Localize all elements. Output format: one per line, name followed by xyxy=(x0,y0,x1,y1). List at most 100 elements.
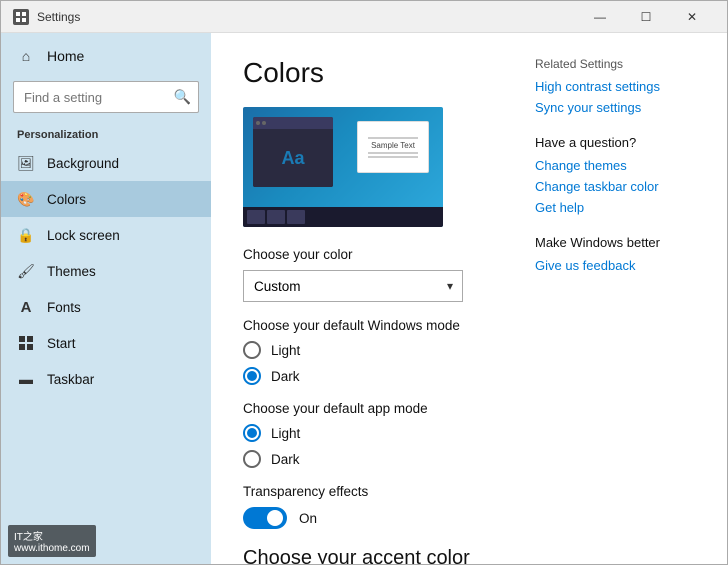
sidebar-home-label: Home xyxy=(47,48,84,64)
sidebar-item-fonts-label: Fonts xyxy=(47,300,81,315)
windows-mode-dark[interactable]: Dark xyxy=(243,367,495,385)
sidebar-item-themes[interactable]: 🖌 Themes xyxy=(1,253,211,289)
better-section: Make Windows better Give us feedback xyxy=(535,235,711,273)
app-mode-dark-label: Dark xyxy=(271,452,300,467)
fonts-icon: A xyxy=(17,298,35,316)
sidebar-section-label: Personalization xyxy=(1,123,211,145)
transparency-toggle[interactable] xyxy=(243,507,287,529)
search-icon: 🔍 xyxy=(174,89,191,106)
taskbar-item xyxy=(247,210,265,224)
sidebar-item-start-label: Start xyxy=(47,336,76,351)
accent-title: Choose your accent color xyxy=(243,547,495,564)
related-settings-title: Related Settings xyxy=(535,57,711,71)
preview-line xyxy=(368,137,418,139)
app-icon xyxy=(13,9,29,25)
choose-color-section: Choose your color Custom ▾ xyxy=(243,247,495,302)
windows-mode-light[interactable]: Light xyxy=(243,341,495,359)
preview-line xyxy=(368,152,418,154)
home-icon: ⌂ xyxy=(17,47,35,65)
app-mode-radio-group: Light Dark xyxy=(243,424,495,468)
accent-section: Choose your accent color Automatically p… xyxy=(243,547,495,564)
sidebar-item-background[interactable]: 🖼 Background xyxy=(1,145,211,181)
related-settings-section: Related Settings High contrast settings … xyxy=(535,57,711,115)
preview-dark-window: Aa xyxy=(253,117,333,187)
app-mode-dark-radio[interactable] xyxy=(243,450,261,468)
sidebar-item-colors[interactable]: 🎨 Colors xyxy=(1,181,211,217)
sidebar-item-lock-label: Lock screen xyxy=(47,228,120,243)
page-title: Colors xyxy=(243,57,495,89)
get-help-link[interactable]: Get help xyxy=(535,200,711,215)
change-themes-link[interactable]: Change themes xyxy=(535,158,711,173)
app-mode-label: Choose your default app mode xyxy=(243,401,495,416)
colors-icon: 🎨 xyxy=(17,190,35,208)
preview-dot xyxy=(256,121,260,125)
close-button[interactable]: ✕ xyxy=(669,1,715,33)
preview-line xyxy=(368,156,418,158)
windows-mode-dark-radio[interactable] xyxy=(243,367,261,385)
preview-light-window: Sample Text xyxy=(357,121,429,173)
color-preview: Aa Sample Text xyxy=(243,107,443,227)
preview-window-title-bar xyxy=(253,117,333,129)
sidebar-item-taskbar-label: Taskbar xyxy=(47,372,94,387)
toggle-knob xyxy=(267,510,283,526)
sidebar-item-colors-label: Colors xyxy=(47,192,86,207)
sidebar-item-start[interactable]: Start xyxy=(1,325,211,361)
sidebar-item-fonts[interactable]: A Fonts xyxy=(1,289,211,325)
taskbar-icon: ▬ xyxy=(17,370,35,388)
color-dropdown-wrapper: Custom ▾ xyxy=(243,270,463,302)
title-bar-left: Settings xyxy=(13,9,80,25)
sidebar-item-taskbar[interactable]: ▬ Taskbar xyxy=(1,361,211,397)
better-title: Make Windows better xyxy=(535,235,711,250)
transparency-section: Transparency effects On xyxy=(243,484,495,529)
transparency-value: On xyxy=(299,511,317,526)
right-panel: Related Settings High contrast settings … xyxy=(527,33,727,564)
app-mode-light-label: Light xyxy=(271,426,300,441)
title-bar-title: Settings xyxy=(37,10,80,24)
color-dropdown[interactable]: Custom xyxy=(243,270,463,302)
main-content: Colors Aa Sample Text xyxy=(211,33,527,564)
sidebar: ⌂ Home 🔍 Personalization 🖼 Background 🎨 … xyxy=(1,33,211,564)
themes-icon: 🖌 xyxy=(17,262,35,280)
preview-sample-text: Sample Text xyxy=(371,141,415,150)
title-bar-controls: — ☐ ✕ xyxy=(577,1,715,33)
change-taskbar-link[interactable]: Change taskbar color xyxy=(535,179,711,194)
taskbar-item xyxy=(287,210,305,224)
settings-window: Settings — ☐ ✕ ⌂ Home 🔍 Personalization … xyxy=(0,0,728,565)
background-icon: 🖼 xyxy=(17,154,35,172)
title-bar: Settings — ☐ ✕ xyxy=(1,1,727,33)
sync-settings-link[interactable]: Sync your settings xyxy=(535,100,711,115)
windows-mode-light-label: Light xyxy=(271,343,300,358)
transparency-label: Transparency effects xyxy=(243,484,495,499)
app-mode-dark[interactable]: Dark xyxy=(243,450,495,468)
taskbar-item xyxy=(267,210,285,224)
app-mode-light[interactable]: Light xyxy=(243,424,495,442)
search-input[interactable] xyxy=(13,81,199,113)
preview-aa-text: Aa xyxy=(253,129,333,187)
windows-mode-dark-label: Dark xyxy=(271,369,300,384)
question-section: Have a question? Change themes Change ta… xyxy=(535,135,711,215)
lock-icon: 🔒 xyxy=(17,226,35,244)
windows-mode-radio-group: Light Dark xyxy=(243,341,495,385)
transparency-row: On xyxy=(243,507,495,529)
preview-dots xyxy=(256,121,266,125)
feedback-link[interactable]: Give us feedback xyxy=(535,258,711,273)
sidebar-search: 🔍 xyxy=(13,81,199,113)
start-icon xyxy=(17,334,35,352)
high-contrast-link[interactable]: High contrast settings xyxy=(535,79,711,94)
sidebar-item-background-label: Background xyxy=(47,156,119,171)
minimize-button[interactable]: — xyxy=(577,1,623,33)
app-mode-section: Choose your default app mode Light Dark xyxy=(243,401,495,468)
sidebar-item-themes-label: Themes xyxy=(47,264,96,279)
app-mode-light-radio[interactable] xyxy=(243,424,261,442)
preview-dot xyxy=(262,121,266,125)
app-body: ⌂ Home 🔍 Personalization 🖼 Background 🎨 … xyxy=(1,33,727,564)
windows-mode-light-radio[interactable] xyxy=(243,341,261,359)
windows-mode-section: Choose your default Windows mode Light D… xyxy=(243,318,495,385)
sidebar-item-home[interactable]: ⌂ Home xyxy=(1,37,211,75)
question-title: Have a question? xyxy=(535,135,711,150)
preview-taskbar xyxy=(243,207,443,227)
sidebar-item-lock-screen[interactable]: 🔒 Lock screen xyxy=(1,217,211,253)
choose-color-label: Choose your color xyxy=(243,247,495,262)
maximize-button[interactable]: ☐ xyxy=(623,1,669,33)
windows-mode-label: Choose your default Windows mode xyxy=(243,318,495,333)
